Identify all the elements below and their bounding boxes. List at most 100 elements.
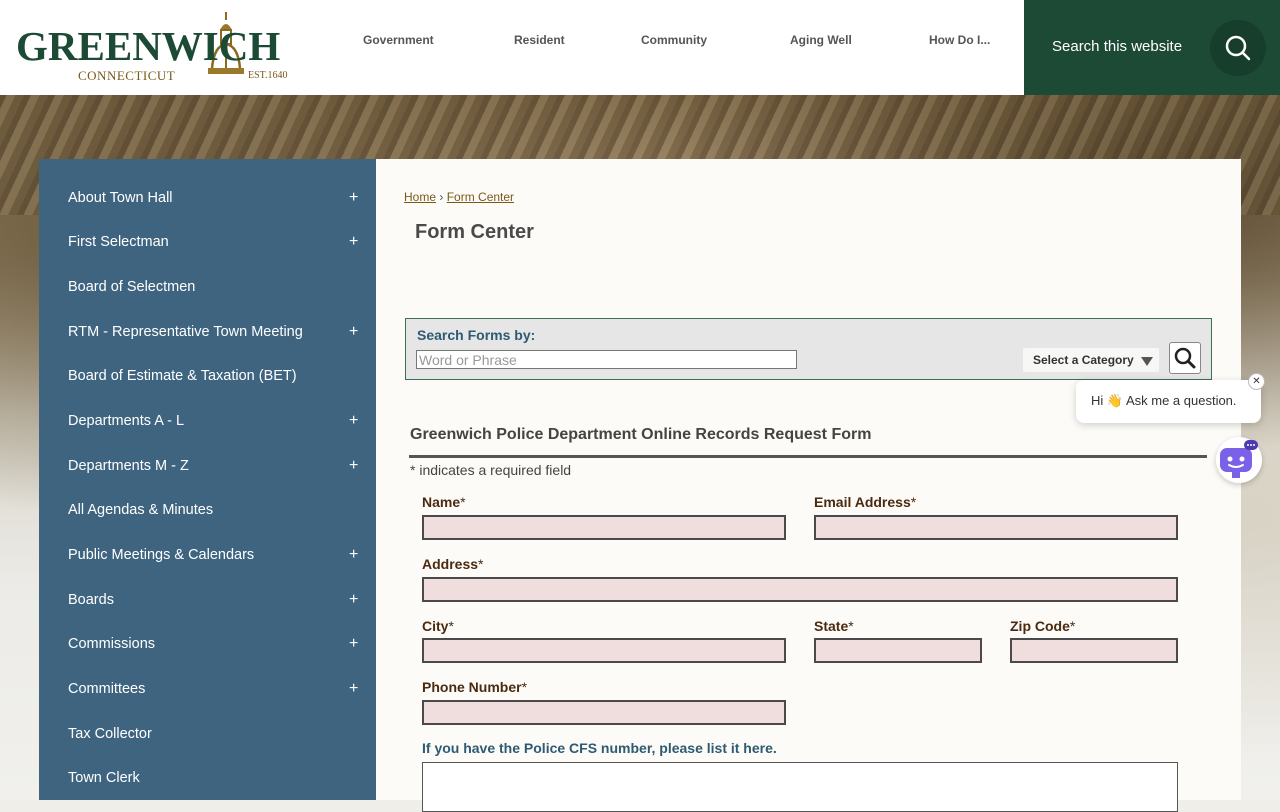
name-label: Name* [422, 494, 466, 510]
city-label: City* [422, 618, 454, 634]
breadcrumb-current-link[interactable]: Form Center [447, 190, 514, 204]
email-field[interactable] [814, 515, 1178, 540]
category-select-label: Select a Category [1033, 353, 1134, 367]
sidebar-item-agendas-minutes[interactable]: All Agendas & Minutes [39, 488, 376, 532]
form-title-divider [409, 455, 1207, 458]
state-field[interactable] [814, 638, 982, 663]
site-header: GREENWICH CONNECTICUT EST.1640 Governmen… [0, 0, 1280, 95]
required-marker: * [1069, 618, 1076, 634]
logo-established: EST.1640 [248, 70, 288, 81]
expand-icon[interactable]: + [349, 233, 358, 251]
nav-aging-well[interactable]: Aging Well [790, 33, 852, 47]
sidebar-item-departments-m-z[interactable]: Departments M - Z + [39, 444, 376, 488]
nav-community[interactable]: Community [641, 33, 707, 47]
expand-icon[interactable]: + [349, 457, 358, 475]
sidebar-item-tax-collector[interactable]: Tax Collector [39, 712, 376, 756]
chat-prompt-text: Hi 👋 Ask me a question. [1091, 393, 1237, 408]
required-marker: * [848, 618, 854, 634]
phone-label: Phone Number* [422, 679, 527, 695]
expand-icon[interactable]: + [349, 635, 358, 653]
search-forms-button[interactable] [1169, 342, 1201, 374]
logo-wordmark: GREENWICH [16, 23, 281, 69]
site-search-input[interactable]: Search this website [1052, 38, 1182, 55]
sidebar-item-boards[interactable]: Boards + [39, 578, 376, 622]
required-marker: * [460, 494, 466, 510]
sidebar-item-label: Commissions [68, 636, 156, 652]
sidebar-item-label: Boards [68, 592, 114, 608]
sidebar-item-public-meetings[interactable]: Public Meetings & Calendars + [39, 533, 376, 577]
zip-label-text: Zip Code [1010, 618, 1070, 634]
zip-label: Zip Code* [1010, 618, 1075, 634]
chat-prompt-bubble[interactable]: Hi 👋 Ask me a question. [1076, 380, 1261, 423]
required-marker: * [448, 618, 454, 634]
state-label-text: State [814, 618, 849, 634]
sidebar-item-board-of-selectmen[interactable]: Board of Selectmen [39, 265, 376, 309]
breadcrumb-separator: › [439, 190, 444, 204]
search-icon [1225, 35, 1251, 61]
nav-government[interactable]: Government [363, 33, 434, 47]
main-content: Home › Form Center Form Center Search Fo… [376, 159, 1241, 812]
phone-label-text: Phone Number [422, 679, 522, 695]
expand-icon[interactable]: + [349, 323, 358, 341]
sidebar-item-about-town-hall[interactable]: About Town Hall + [39, 176, 376, 220]
site-search-button[interactable] [1210, 20, 1266, 76]
sidebar-nav: About Town Hall + First Selectman + Boar… [39, 159, 376, 800]
city-label-text: City [422, 618, 449, 634]
required-marker: * [521, 679, 528, 695]
zip-code-field[interactable] [1010, 638, 1178, 663]
sidebar-item-town-clerk[interactable]: Town Clerk [39, 756, 376, 800]
sidebar-item-label: Board of Estimate & Taxation (BET) [68, 368, 297, 384]
phone-field[interactable] [422, 700, 786, 725]
expand-icon[interactable]: + [349, 412, 358, 430]
sidebar-item-label: Departments A - L [68, 413, 185, 429]
sidebar-item-rtm[interactable]: RTM - Representative Town Meeting + [39, 310, 376, 354]
breadcrumb-home-link[interactable]: Home [404, 190, 436, 204]
sidebar-item-first-selectman[interactable]: First Selectman + [39, 220, 376, 264]
sidebar-item-label: Tax Collector [68, 726, 152, 742]
sidebar-item-bet[interactable]: Board of Estimate & Taxation (BET) [39, 354, 376, 398]
nav-how-do-i[interactable]: How Do I... [929, 33, 990, 47]
search-forms-panel: Search Forms by: Select a Category [405, 318, 1212, 380]
cfs-number-textarea[interactable] [422, 762, 1178, 812]
name-label-text: Name [422, 494, 461, 510]
category-select[interactable]: Select a Category [1023, 348, 1159, 372]
sidebar-item-departments-a-l[interactable]: Departments A - L + [39, 399, 376, 443]
sidebar-item-label: Town Clerk [68, 770, 140, 786]
breadcrumb: Home › Form Center [404, 190, 514, 204]
sidebar-item-label: Board of Selectmen [68, 279, 196, 295]
chatbot-icon [1220, 440, 1258, 478]
chatbot-launcher[interactable] [1216, 437, 1262, 483]
search-icon [1174, 347, 1196, 369]
sidebar-item-label: About Town Hall [68, 190, 173, 206]
address-label: Address* [422, 556, 483, 572]
address-field[interactable] [422, 577, 1178, 602]
form-title: Greenwich Police Department Online Recor… [410, 426, 872, 443]
expand-icon[interactable]: + [349, 680, 358, 698]
sidebar-item-committees[interactable]: Committees + [39, 667, 376, 711]
cfs-number-label: If you have the Police CFS number, pleas… [422, 740, 777, 756]
sidebar-item-label: First Selectman [68, 234, 169, 250]
required-marker: * [478, 556, 484, 572]
greenwich-logo[interactable]: GREENWICH CONNECTICUT EST.1640 [16, 10, 296, 85]
chevron-down-icon [1141, 357, 1153, 366]
email-label-text: Email Address [814, 494, 911, 510]
state-label: State* [814, 618, 854, 634]
expand-icon[interactable]: + [349, 546, 358, 564]
main-nav: Government Resident Community Aging Well… [325, 0, 1025, 95]
search-forms-input[interactable] [416, 350, 797, 369]
nav-resident[interactable]: Resident [514, 33, 565, 47]
sidebar-item-label: Committees [68, 681, 146, 697]
email-label: Email Address* [814, 494, 916, 510]
city-field[interactable] [422, 638, 786, 663]
sidebar-item-commissions[interactable]: Commissions + [39, 622, 376, 666]
sidebar-item-label: All Agendas & Minutes [68, 502, 214, 518]
expand-icon[interactable]: + [349, 189, 358, 207]
name-field[interactable] [422, 515, 786, 540]
search-forms-label: Search Forms by: [417, 327, 536, 343]
chat-close-button[interactable]: ✕ [1248, 373, 1265, 390]
site-search: Search this website [1024, 0, 1280, 95]
sidebar-item-label: Departments M - Z [68, 458, 189, 474]
required-marker: * [910, 494, 917, 510]
required-field-note: * indicates a required field [410, 462, 572, 478]
expand-icon[interactable]: + [349, 591, 358, 609]
